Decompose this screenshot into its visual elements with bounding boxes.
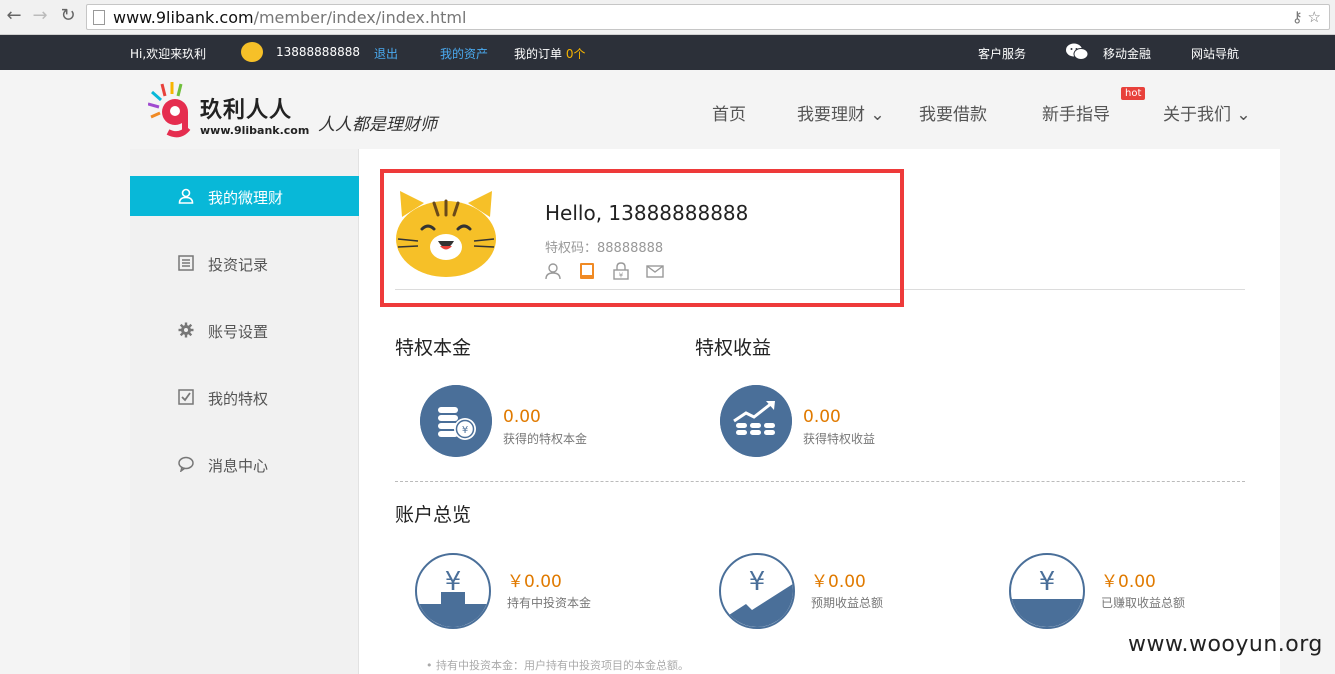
user-icon: [178, 188, 194, 204]
hot-badge: hot: [1121, 87, 1146, 100]
account-overview-title: 账户总览: [395, 504, 472, 526]
privilege-income-label: 获得特权收益: [803, 432, 876, 446]
sidebar-item-account-settings[interactable]: 账号设置: [130, 310, 359, 350]
mobile-finance-link[interactable]: 移动金融: [1103, 45, 1151, 62]
slogan: 人人都是理财师: [318, 115, 437, 135]
key-icon[interactable]: ⚷ ☆: [1292, 8, 1321, 26]
url-path: /member/index/index.html: [253, 8, 467, 27]
svg-text:¥: ¥: [749, 567, 766, 597]
holding-principal-value: ￥0.00: [507, 572, 562, 592]
my-orders-link[interactable]: 我的订单 0个: [514, 45, 585, 62]
browser-toolbar: ← → ↻ www.9libank.com/member/index/index…: [0, 0, 1335, 35]
sidebar-item-invest-records[interactable]: 投资记录: [130, 243, 359, 283]
logo-name: 玖利人人: [200, 98, 293, 123]
expected-income-value: ￥0.00: [811, 572, 866, 592]
logo-icon[interactable]: [148, 82, 208, 142]
sidebar-item-label: 消息中心: [208, 457, 269, 475]
nav-invest[interactable]: 我要理财 ⌄: [797, 100, 885, 125]
holding-principal-label: 持有中投资本金: [507, 596, 592, 610]
logo-url: www.9libank.com: [200, 124, 310, 137]
sidebar-item-label: 账号设置: [208, 323, 269, 341]
forward-icon[interactable]: →: [30, 6, 50, 26]
my-assets-link[interactable]: 我的资产: [440, 45, 488, 62]
page-icon: [93, 10, 105, 25]
user-phone: 13888888888: [276, 45, 360, 59]
earned-income-label: 已赚取收益总额: [1101, 596, 1186, 610]
highlight-box: [380, 169, 904, 307]
expected-income-gauge: ¥: [719, 553, 795, 629]
sidebar: 我的微理财 投资记录 账号设置 我的特权 消息中心: [130, 149, 359, 674]
chat-bubble-icon: [178, 456, 194, 472]
privilege-principal-title: 特权本金: [395, 337, 472, 359]
wechat-icon[interactable]: [1066, 43, 1088, 61]
growth-coins-icon: [720, 385, 792, 457]
greeting-text: Hi,欢迎来玖利: [130, 47, 207, 61]
dashed-divider: [395, 481, 1245, 482]
member-panel: 我的微理财 投资记录 账号设置 我的特权 消息中心 Hello, 1388888…: [130, 149, 1280, 674]
sidebar-item-my-finance[interactable]: 我的微理财: [130, 176, 359, 216]
reload-icon[interactable]: ↻: [58, 6, 78, 26]
site-header: 玖利人人 www.9libank.com 人人都是理财师 首页 我要理财 ⌄ 我…: [0, 70, 1335, 148]
earned-income-gauge: ¥: [1009, 553, 1085, 629]
privilege-principal-value: 0.00: [503, 407, 541, 427]
nav-borrow[interactable]: 我要借款: [919, 100, 987, 125]
sidebar-item-messages[interactable]: 消息中心: [130, 444, 359, 484]
customer-service-link[interactable]: 客户服务: [978, 45, 1026, 62]
sidebar-item-label: 我的特权: [208, 390, 269, 408]
address-bar[interactable]: www.9libank.com/member/index/index.html …: [86, 4, 1330, 30]
my-orders-label: 我的订单: [514, 47, 563, 61]
svg-text:¥: ¥: [445, 567, 462, 597]
privilege-principal-label: 获得的特权本金: [503, 432, 588, 446]
site-nav-link[interactable]: 网站导航: [1191, 45, 1239, 62]
main-content: Hello, 13888888888 特权码：88888888 ¥ 特权本金 特…: [360, 149, 1280, 674]
coins-clock-icon: ¥: [420, 385, 492, 457]
nav-home[interactable]: 首页: [712, 100, 746, 125]
back-icon[interactable]: ←: [4, 6, 24, 26]
url-host: www.9libank.com: [113, 8, 254, 27]
gear-icon: [178, 322, 194, 338]
privilege-income-title: 特权收益: [695, 337, 772, 359]
svg-text:¥: ¥: [1039, 567, 1056, 597]
list-icon: [178, 255, 194, 271]
checkbox-icon: [178, 389, 194, 405]
nav-about[interactable]: 关于我们 ⌄: [1163, 100, 1251, 125]
earned-income-value: ￥0.00: [1101, 572, 1156, 592]
watermark: www.wooyun.org: [1128, 632, 1323, 657]
orders-count: 0个: [565, 47, 586, 61]
holding-principal-gauge: ¥: [415, 553, 491, 629]
sidebar-item-label: 我的微理财: [208, 189, 284, 207]
sidebar-item-label: 投资记录: [208, 256, 269, 274]
top-bar: Hi,欢迎来玖利 13888888888 退出 我的资产 我的订单 0个 客户服…: [0, 35, 1335, 70]
svg-text:¥: ¥: [462, 425, 468, 436]
mini-avatar-icon: [241, 42, 263, 62]
sidebar-item-my-privileges[interactable]: 我的特权: [130, 377, 359, 417]
nav-guide[interactable]: 新手指导: [1042, 100, 1110, 125]
logout-link[interactable]: 退出: [374, 45, 398, 62]
privilege-income-value: 0.00: [803, 407, 841, 427]
expected-income-label: 预期收益总额: [811, 596, 884, 610]
overview-note: • 持有中投资本金：用户持有中投资项目的本金总额。: [426, 659, 689, 672]
